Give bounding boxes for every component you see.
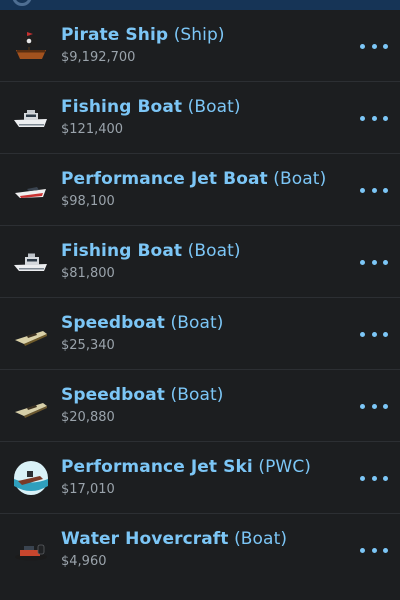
list-item[interactable]: Performance Jet Ski (PWC) $17,010	[0, 442, 400, 514]
list-item[interactable]: Speedboat (Boat) $20,880	[0, 370, 400, 442]
asset-type: (Ship)	[173, 25, 225, 45]
dot-icon	[360, 331, 365, 337]
more-options-button[interactable]	[360, 180, 388, 200]
dot-icon	[383, 187, 388, 193]
list-item[interactable]: Fishing Boat (Boat) $81,800	[0, 226, 400, 298]
dot-icon	[383, 43, 388, 49]
hovercraft-icon	[12, 532, 50, 568]
jet-boat-icon	[12, 172, 50, 208]
dot-icon	[383, 547, 388, 553]
asset-name: Performance Jet Boat	[61, 169, 268, 189]
asset-type: (PWC)	[258, 457, 312, 477]
list-item[interactable]: Fishing Boat (Boat) $121,400	[0, 82, 400, 154]
asset-price: $81,800	[61, 266, 115, 281]
dot-icon	[371, 331, 377, 337]
more-options-button[interactable]	[360, 396, 388, 416]
dot-icon	[383, 259, 388, 265]
list-item[interactable]: Speedboat (Boat) $25,340	[0, 298, 400, 370]
asset-name: Water Hovercraft	[61, 529, 229, 549]
dot-icon	[371, 259, 377, 265]
more-options-button[interactable]	[360, 252, 388, 272]
dot-icon	[360, 115, 365, 121]
more-options-button[interactable]	[360, 468, 388, 488]
list-item[interactable]: Water Hovercraft (Boat) $4,960	[0, 514, 400, 586]
dot-icon	[383, 403, 388, 409]
fishing-boat-icon	[12, 100, 50, 136]
dot-icon	[383, 475, 388, 481]
fishing-boat-icon	[12, 244, 50, 280]
more-options-button[interactable]	[360, 36, 388, 56]
asset-name: Fishing Boat	[61, 241, 183, 261]
asset-price: $4,960	[61, 554, 107, 569]
more-options-button[interactable]	[360, 324, 388, 344]
more-options-button[interactable]	[360, 540, 388, 560]
dot-icon	[360, 187, 365, 193]
asset-type: (Boat)	[273, 169, 327, 189]
dot-icon	[383, 115, 388, 121]
dot-icon	[360, 403, 365, 409]
asset-name: Fishing Boat	[61, 97, 183, 117]
more-options-button[interactable]	[360, 108, 388, 128]
list-item[interactable]: Performance Jet Boat (Boat) $98,100	[0, 154, 400, 226]
asset-name: Speedboat	[61, 385, 165, 405]
dot-icon	[371, 547, 377, 553]
dot-icon	[371, 43, 377, 49]
speedboat-icon	[12, 388, 50, 424]
asset-type: (Boat)	[187, 97, 241, 117]
avatar-edge	[12, 0, 32, 6]
dot-icon	[360, 475, 365, 481]
asset-type: (Boat)	[187, 241, 241, 261]
pirate-ship-icon	[12, 28, 50, 64]
asset-name: Speedboat	[61, 313, 165, 333]
dot-icon	[371, 187, 377, 193]
asset-price: $121,400	[61, 122, 124, 137]
asset-name: Performance Jet Ski	[61, 457, 253, 477]
dot-icon	[371, 115, 377, 121]
dot-icon	[371, 403, 377, 409]
asset-price: $17,010	[61, 482, 115, 497]
asset-price: $9,192,700	[61, 50, 136, 65]
asset-type: (Boat)	[234, 529, 288, 549]
asset-name: Pirate Ship	[61, 25, 169, 45]
list-item[interactable]: Pirate Ship (Ship) $9,192,700	[0, 10, 400, 82]
dot-icon	[360, 259, 365, 265]
asset-list: Pirate Ship (Ship) $9,192,700 Fishing Bo…	[0, 10, 400, 586]
dot-icon	[360, 547, 365, 553]
asset-price: $98,100	[61, 194, 115, 209]
speedboat-icon	[12, 316, 50, 352]
asset-type: (Boat)	[170, 385, 224, 405]
dot-icon	[383, 331, 388, 337]
asset-price: $20,880	[61, 410, 115, 425]
dot-icon	[360, 43, 365, 49]
asset-type: (Boat)	[170, 313, 224, 333]
jet-ski-icon	[12, 460, 50, 496]
top-bar	[0, 0, 400, 10]
asset-price: $25,340	[61, 338, 115, 353]
dot-icon	[371, 475, 377, 481]
